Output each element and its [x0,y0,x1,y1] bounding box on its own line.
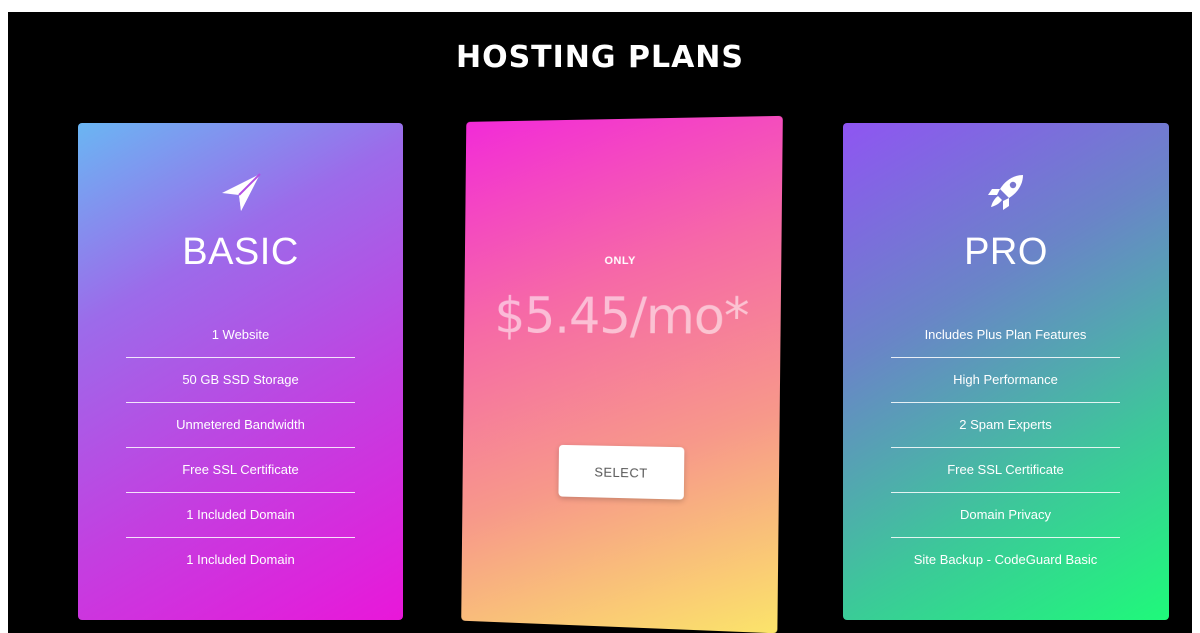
feature-item: 1 Included Domain [186,552,295,567]
rocket-icon [843,171,1169,218]
price-label: $5.45/mo* [494,286,749,346]
feature-item: Unmetered Bandwidth [126,403,355,448]
page-title: HOSTING PLANS [455,40,745,75]
plan-card-featured: ONLY $5.45/mo* SELECT [461,115,783,633]
feature-item: Free SSL Certificate [891,448,1120,493]
feature-item: Domain Privacy [891,493,1120,538]
feature-item: 1 Included Domain [126,493,355,538]
feature-item: 2 Spam Experts [891,403,1120,448]
feature-item: 1 Website [126,313,355,358]
plan-card-basic: BASIC 1 Website 50 GB SSD Storage Unmete… [78,123,403,620]
select-button[interactable]: SELECT [558,444,685,500]
pricing-section: HOSTING PLANS BASIC 1 Website 50 GB SSD … [8,12,1192,633]
plan-name-basic: BASIC [182,231,299,273]
feature-item: High Performance [891,358,1120,403]
feature-item: 50 GB SSD Storage [126,358,355,403]
feature-list-basic: 1 Website 50 GB SSD Storage Unmetered Ba… [126,313,355,582]
feature-item: Includes Plus Plan Features [891,313,1120,358]
plan-name-pro: PRO [964,231,1048,273]
feature-item: Site Backup - CodeGuard Basic [913,552,1098,567]
only-label: ONLY [604,254,636,268]
feature-item: Free SSL Certificate [126,448,355,493]
paper-plane-icon [78,171,403,218]
feature-list-pro: Includes Plus Plan Features High Perform… [891,313,1120,582]
plan-card-pro: PRO Includes Plus Plan Features High Per… [843,123,1169,620]
